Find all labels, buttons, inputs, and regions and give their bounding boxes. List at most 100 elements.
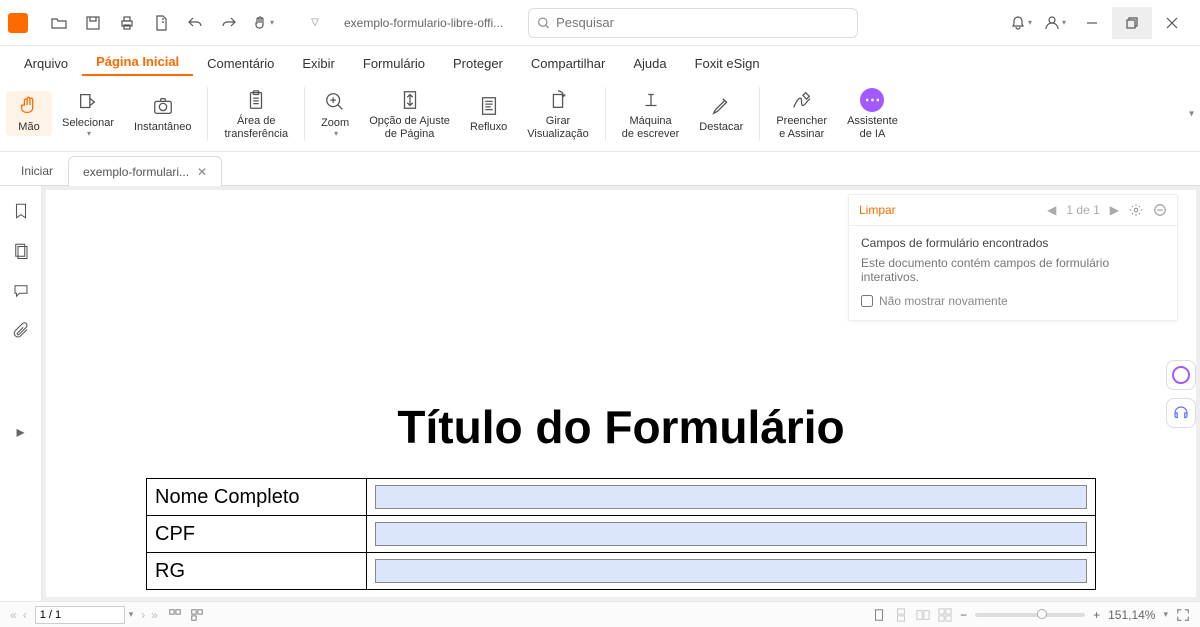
- page-input[interactable]: [35, 606, 125, 624]
- menu-comentario[interactable]: Comentário: [193, 52, 288, 76]
- menu-proteger[interactable]: Proteger: [439, 52, 517, 76]
- gear-icon[interactable]: [1129, 203, 1143, 217]
- tool-selecionar[interactable]: Selecionar ▾: [52, 87, 124, 141]
- zoom-out-icon[interactable]: −: [960, 608, 967, 622]
- minimize-button[interactable]: [1072, 7, 1112, 39]
- tool-mao[interactable]: Mão: [6, 91, 52, 136]
- table-row: RG: [147, 553, 1096, 590]
- open-icon[interactable]: [48, 12, 70, 34]
- next-page-icon[interactable]: ›: [141, 608, 145, 622]
- clipboard-icon: [243, 87, 269, 113]
- tool-ajuste-pagina[interactable]: Opção de Ajuste de Página: [359, 85, 460, 142]
- menu-foxit-esign[interactable]: Foxit eSign: [681, 52, 774, 76]
- prev-page-icon[interactable]: ‹: [23, 608, 27, 622]
- view-facing-cont-icon[interactable]: [938, 608, 952, 622]
- page-dropdown-icon[interactable]: ▾: [129, 609, 134, 620]
- zoom-icon: [322, 89, 348, 115]
- zoom-slider[interactable]: [975, 613, 1085, 617]
- redo-icon[interactable]: [218, 12, 240, 34]
- menu-exibir[interactable]: Exibir: [288, 52, 349, 76]
- tool-instantaneo[interactable]: Instantâneo: [124, 91, 202, 136]
- zoom-value: 151,14%: [1108, 608, 1155, 622]
- address-text: exemplo-formulario-libre-offi...: [340, 16, 520, 30]
- undo-icon[interactable]: [184, 12, 206, 34]
- menu-ajuda[interactable]: Ajuda: [619, 52, 680, 76]
- close-tab-icon[interactable]: ✕: [197, 165, 207, 179]
- save-icon[interactable]: [82, 12, 104, 34]
- menu-compartilhar[interactable]: Compartilhar: [517, 52, 619, 76]
- tool-label: Área de transferência: [224, 115, 288, 140]
- search-input[interactable]: [556, 15, 849, 30]
- collapse-ribbon-icon[interactable]: ▾: [1189, 108, 1194, 119]
- zoom-dropdown-icon[interactable]: ▾: [1163, 609, 1168, 620]
- thumbs-icon[interactable]: [168, 608, 182, 622]
- first-page-icon[interactable]: «: [10, 608, 17, 622]
- history-dropdown-icon[interactable]: ▽: [304, 12, 326, 34]
- zoom-in-icon[interactable]: +: [1093, 608, 1100, 622]
- tool-zoom[interactable]: Zoom ▾: [311, 87, 359, 141]
- fullscreen-icon[interactable]: [1176, 608, 1190, 622]
- tool-label: Preencher e Assinar: [776, 115, 827, 140]
- form-field-cpf[interactable]: [375, 522, 1087, 546]
- user-icon[interactable]: [1044, 12, 1066, 34]
- minimize-panel-icon[interactable]: [1153, 203, 1167, 217]
- hand-dropdown-icon[interactable]: [252, 12, 274, 34]
- tab-iniciar[interactable]: Iniciar: [6, 155, 68, 185]
- menu-pagina-inicial[interactable]: Página Inicial: [82, 50, 193, 76]
- rotate-icon: [545, 87, 571, 113]
- field-label: RG: [147, 553, 367, 590]
- field-label: CPF: [147, 516, 367, 553]
- bookmark-icon[interactable]: [12, 202, 30, 220]
- tool-label: Mão: [18, 121, 39, 134]
- form-field-nome[interactable]: [375, 485, 1087, 509]
- tool-destacar[interactable]: Destacar: [689, 91, 753, 136]
- search-icon: [537, 16, 550, 30]
- field-label: Nome Completo: [147, 479, 367, 516]
- close-button[interactable]: [1152, 7, 1192, 39]
- view-single-icon[interactable]: [872, 608, 886, 622]
- expand-sidebar-icon[interactable]: ▸: [16, 422, 24, 442]
- new-doc-icon[interactable]: [150, 12, 172, 34]
- comments-icon[interactable]: [12, 282, 30, 300]
- view-continuous-icon[interactable]: [894, 608, 908, 622]
- app-logo: [8, 13, 28, 33]
- menubar: Arquivo Página Inicial Comentário Exibir…: [0, 46, 1200, 76]
- search-box[interactable]: [528, 8, 858, 38]
- next-icon[interactable]: ▶: [1110, 203, 1119, 217]
- tool-maquina-escrever[interactable]: Máquina de escrever: [612, 85, 689, 142]
- dont-show-checkbox[interactable]: Não mostrar novamente: [861, 294, 1165, 308]
- tool-label: Máquina de escrever: [622, 115, 679, 140]
- checkbox-input[interactable]: [861, 295, 873, 307]
- thumbs2-icon[interactable]: [190, 608, 204, 622]
- bell-icon[interactable]: [1010, 12, 1032, 34]
- typewriter-icon: [638, 87, 664, 113]
- maximize-button[interactable]: [1112, 7, 1152, 39]
- ai-icon: ⋯: [859, 87, 885, 113]
- print-icon[interactable]: [116, 12, 138, 34]
- pages-icon[interactable]: [12, 242, 30, 260]
- tool-area-transferencia[interactable]: Área de transferência: [214, 85, 298, 142]
- clear-link[interactable]: Limpar: [859, 203, 896, 217]
- last-page-icon[interactable]: »: [151, 608, 158, 622]
- ai-float-button[interactable]: [1166, 360, 1196, 390]
- tool-label: Girar Visualização: [527, 115, 589, 140]
- camera-icon: [150, 93, 176, 119]
- checkbox-label: Não mostrar novamente: [879, 294, 1008, 308]
- support-float-button[interactable]: [1166, 398, 1196, 428]
- tool-assistente-ia[interactable]: ⋯ Assistente de IA: [837, 85, 908, 142]
- sign-icon: [789, 87, 815, 113]
- attachments-icon[interactable]: [12, 322, 30, 340]
- tool-label: Opção de Ajuste de Página: [369, 115, 450, 140]
- tool-girar[interactable]: Girar Visualização: [517, 85, 599, 142]
- tool-label: Refluxo: [470, 121, 507, 134]
- menu-formulario[interactable]: Formulário: [349, 52, 439, 76]
- panel-title: Campos de formulário encontrados: [861, 236, 1165, 250]
- menu-arquivo[interactable]: Arquivo: [10, 52, 82, 76]
- page-indicator: 1 de 1: [1066, 203, 1099, 217]
- prev-icon[interactable]: ◀: [1047, 203, 1056, 217]
- tool-refluxo[interactable]: Refluxo: [460, 91, 517, 136]
- view-facing-icon[interactable]: [916, 608, 930, 622]
- tab-document[interactable]: exemplo-formulari... ✕: [68, 156, 222, 186]
- tool-preencher-assinar[interactable]: Preencher e Assinar: [766, 85, 837, 142]
- form-field-rg[interactable]: [375, 559, 1087, 583]
